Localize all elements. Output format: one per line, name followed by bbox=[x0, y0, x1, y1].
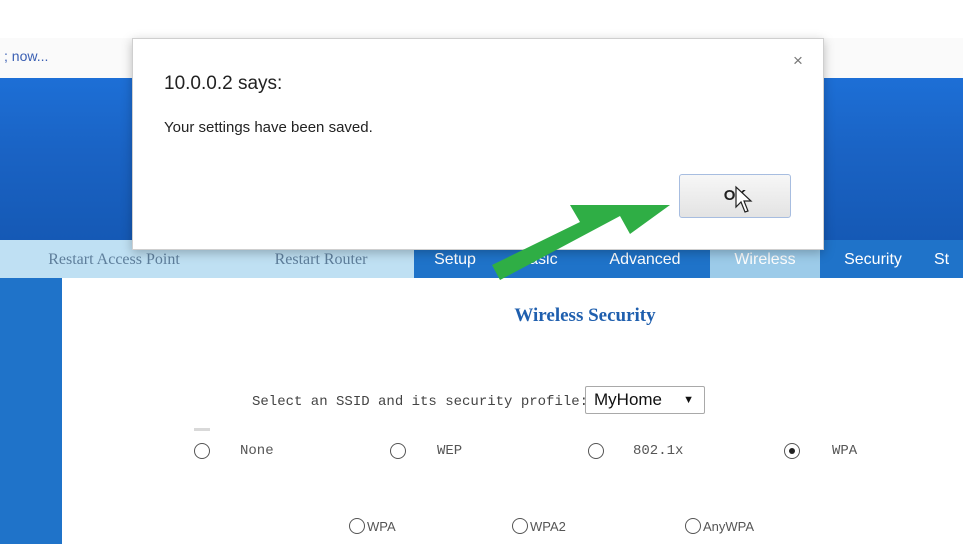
radio-8021x[interactable] bbox=[588, 443, 604, 459]
ssid-select[interactable]: MyHome ▼ bbox=[585, 386, 705, 414]
radio-wpa2[interactable] bbox=[512, 518, 528, 534]
dialog-message: Your settings have been saved. bbox=[164, 119, 373, 136]
radio-anywpa[interactable] bbox=[685, 518, 701, 534]
chevron-down-icon: ▼ bbox=[683, 394, 694, 406]
radio-wpa-sub[interactable] bbox=[349, 518, 365, 534]
radio-wpa[interactable] bbox=[784, 443, 800, 459]
left-sidebar bbox=[0, 278, 62, 544]
radio-label-wep: WEP bbox=[437, 443, 463, 459]
ssid-select-value: MyHome bbox=[594, 390, 663, 409]
nav-item-security[interactable]: Security bbox=[820, 240, 926, 278]
radio-label-8021x: 802.1x bbox=[633, 443, 684, 459]
alert-dialog: 10.0.0.2 says: × Your settings have been… bbox=[132, 38, 824, 250]
page-title: Wireless Security bbox=[514, 305, 656, 326]
radio-label-none: None bbox=[240, 443, 274, 459]
radio-label-wpa-sub: WPA bbox=[367, 519, 396, 534]
page: ; now... Restart Access Point Restart Ro… bbox=[0, 0, 963, 544]
ok-button[interactable]: OK bbox=[679, 174, 791, 218]
dialog-title: 10.0.0.2 says: bbox=[164, 73, 283, 94]
radio-label-anywpa: AnyWPA bbox=[703, 519, 755, 534]
radio-label-wpa2: WPA2 bbox=[530, 519, 566, 534]
decorative-mark bbox=[194, 428, 210, 431]
radio-wep[interactable] bbox=[390, 443, 406, 459]
ssid-label: Select an SSID and its security profile: bbox=[252, 394, 589, 410]
browser-top-bar bbox=[0, 0, 963, 39]
radio-none[interactable] bbox=[194, 443, 210, 459]
close-icon[interactable]: × bbox=[793, 51, 803, 71]
status-text: ; now... bbox=[4, 48, 49, 64]
nav-item-status[interactable]: St bbox=[926, 240, 963, 278]
radio-label-wpa: WPA bbox=[832, 443, 858, 459]
